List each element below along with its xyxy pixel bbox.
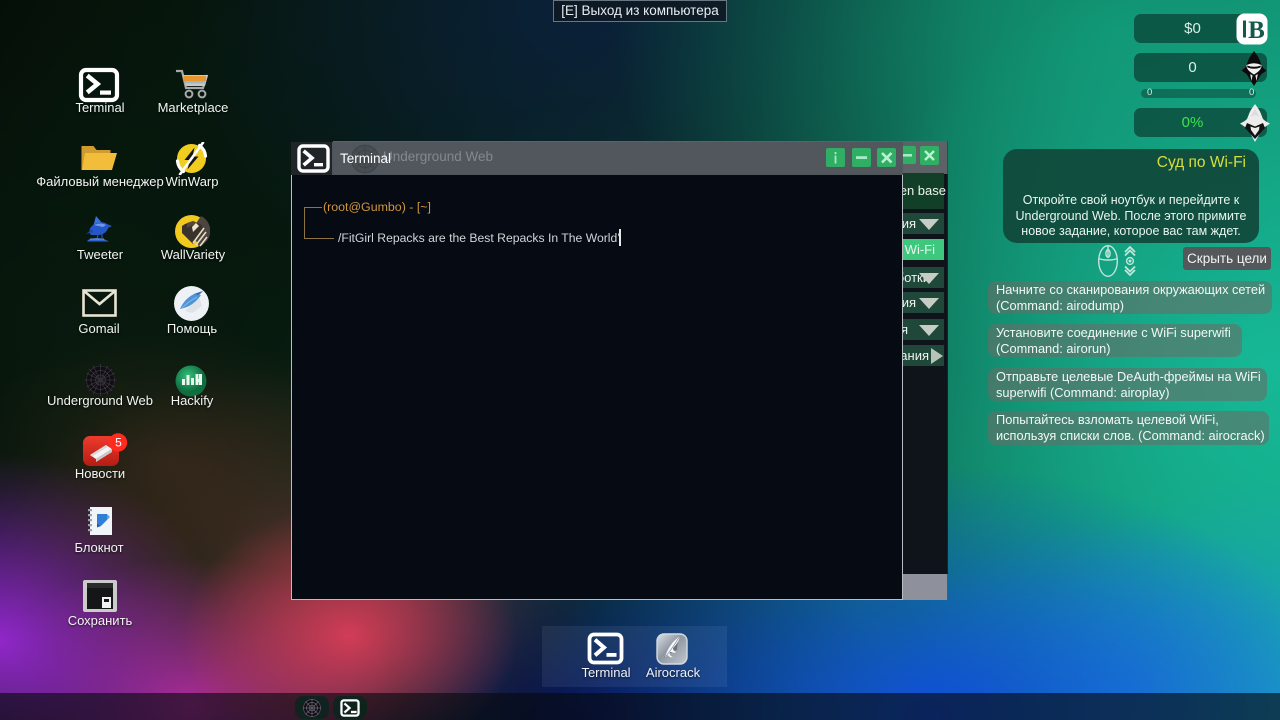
svg-text:5: 5 (115, 436, 122, 450)
svg-text:B: B (1248, 17, 1265, 44)
